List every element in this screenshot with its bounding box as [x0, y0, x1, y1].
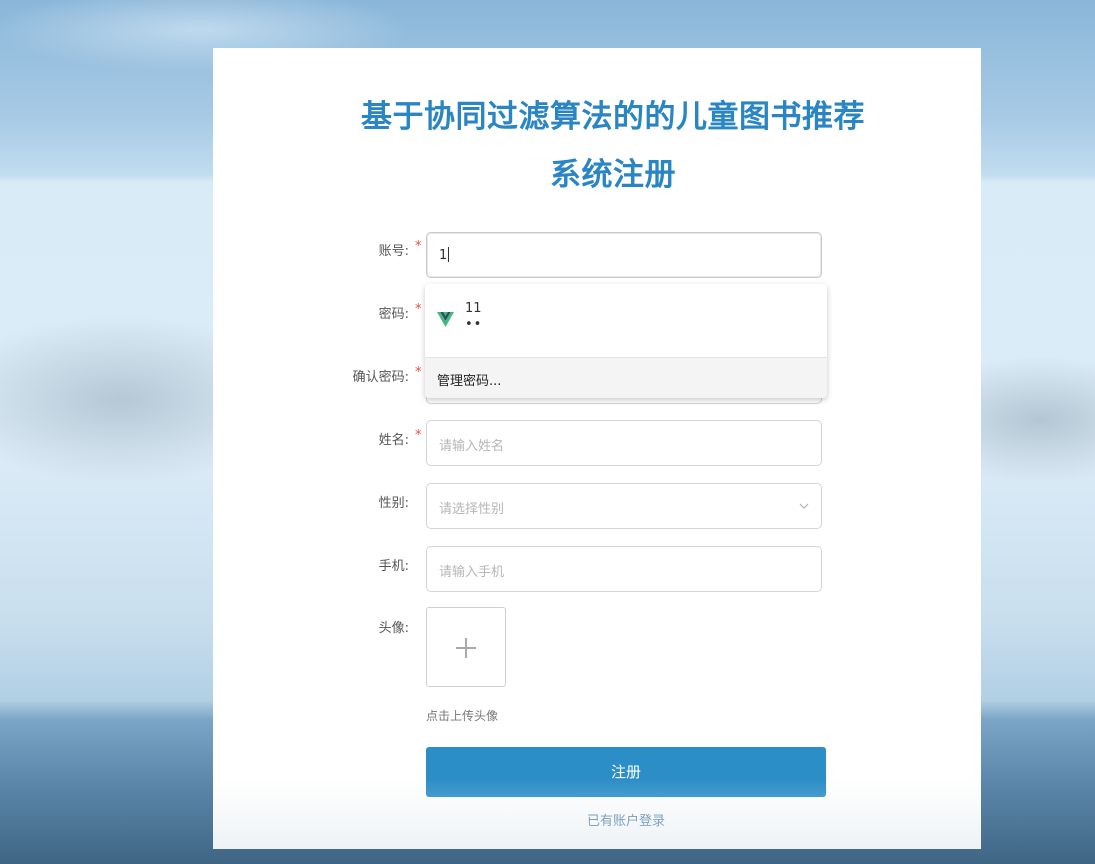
phone-placeholder: 请输入手机: [439, 565, 505, 580]
text-caret: [448, 247, 450, 262]
account-required-mark: *: [415, 239, 422, 254]
autofill-username: 11: [465, 301, 482, 316]
name-label: 姓名:: [378, 433, 409, 448]
confirm-password-required-mark: *: [415, 365, 422, 380]
name-input[interactable]: 请输入姓名: [426, 420, 822, 466]
avatar-upload[interactable]: [426, 607, 506, 687]
vue-logo-icon: [437, 312, 454, 327]
password-required-mark: *: [415, 302, 422, 317]
page-title-line1: 基于协同过滤算法的的儿童图书推荐: [361, 99, 865, 135]
autofill-password-mask: ••: [465, 317, 483, 332]
gender-select[interactable]: 请选择性别: [426, 483, 822, 529]
gender-label: 性别:: [378, 496, 409, 511]
password-label: 密码:: [378, 307, 409, 322]
manage-passwords-item[interactable]: 管理密码...: [425, 358, 827, 398]
name-placeholder: 请输入姓名: [439, 439, 505, 454]
phone-label: 手机:: [378, 559, 409, 574]
autofill-credential-entry[interactable]: 11 ••: [425, 284, 827, 357]
account-input[interactable]: 1: [426, 232, 822, 451]
name-required-mark: *: [415, 428, 422, 443]
page-title: 基于协同过滤算法的的儿童图书推荐 系统注册: [333, 88, 893, 204]
register-button[interactable]: 注册: [426, 747, 826, 797]
avatar-upload-hint: 点击上传头像: [426, 709, 499, 723]
phone-input[interactable]: 请输入手机: [426, 546, 822, 592]
avatar-label: 头像:: [378, 621, 409, 636]
account-input-value: 1: [439, 248, 448, 263]
confirm-password-label: 确认密码:: [352, 370, 409, 385]
manage-passwords-label: 管理密码...: [437, 374, 502, 389]
page-title-line2: 系统注册: [550, 157, 676, 193]
chevron-down-icon: [799, 503, 809, 509]
account-label: 账号:: [378, 244, 409, 259]
autofill-dropdown: 11 •• 管理密码...: [425, 284, 827, 398]
register-card: 基于协同过滤算法的的儿童图书推荐 系统注册 账号: * 1 密码: * 确认密码…: [213, 48, 981, 849]
login-link[interactable]: 已有账户登录: [426, 810, 826, 829]
gender-placeholder: 请选择性别: [439, 502, 505, 517]
